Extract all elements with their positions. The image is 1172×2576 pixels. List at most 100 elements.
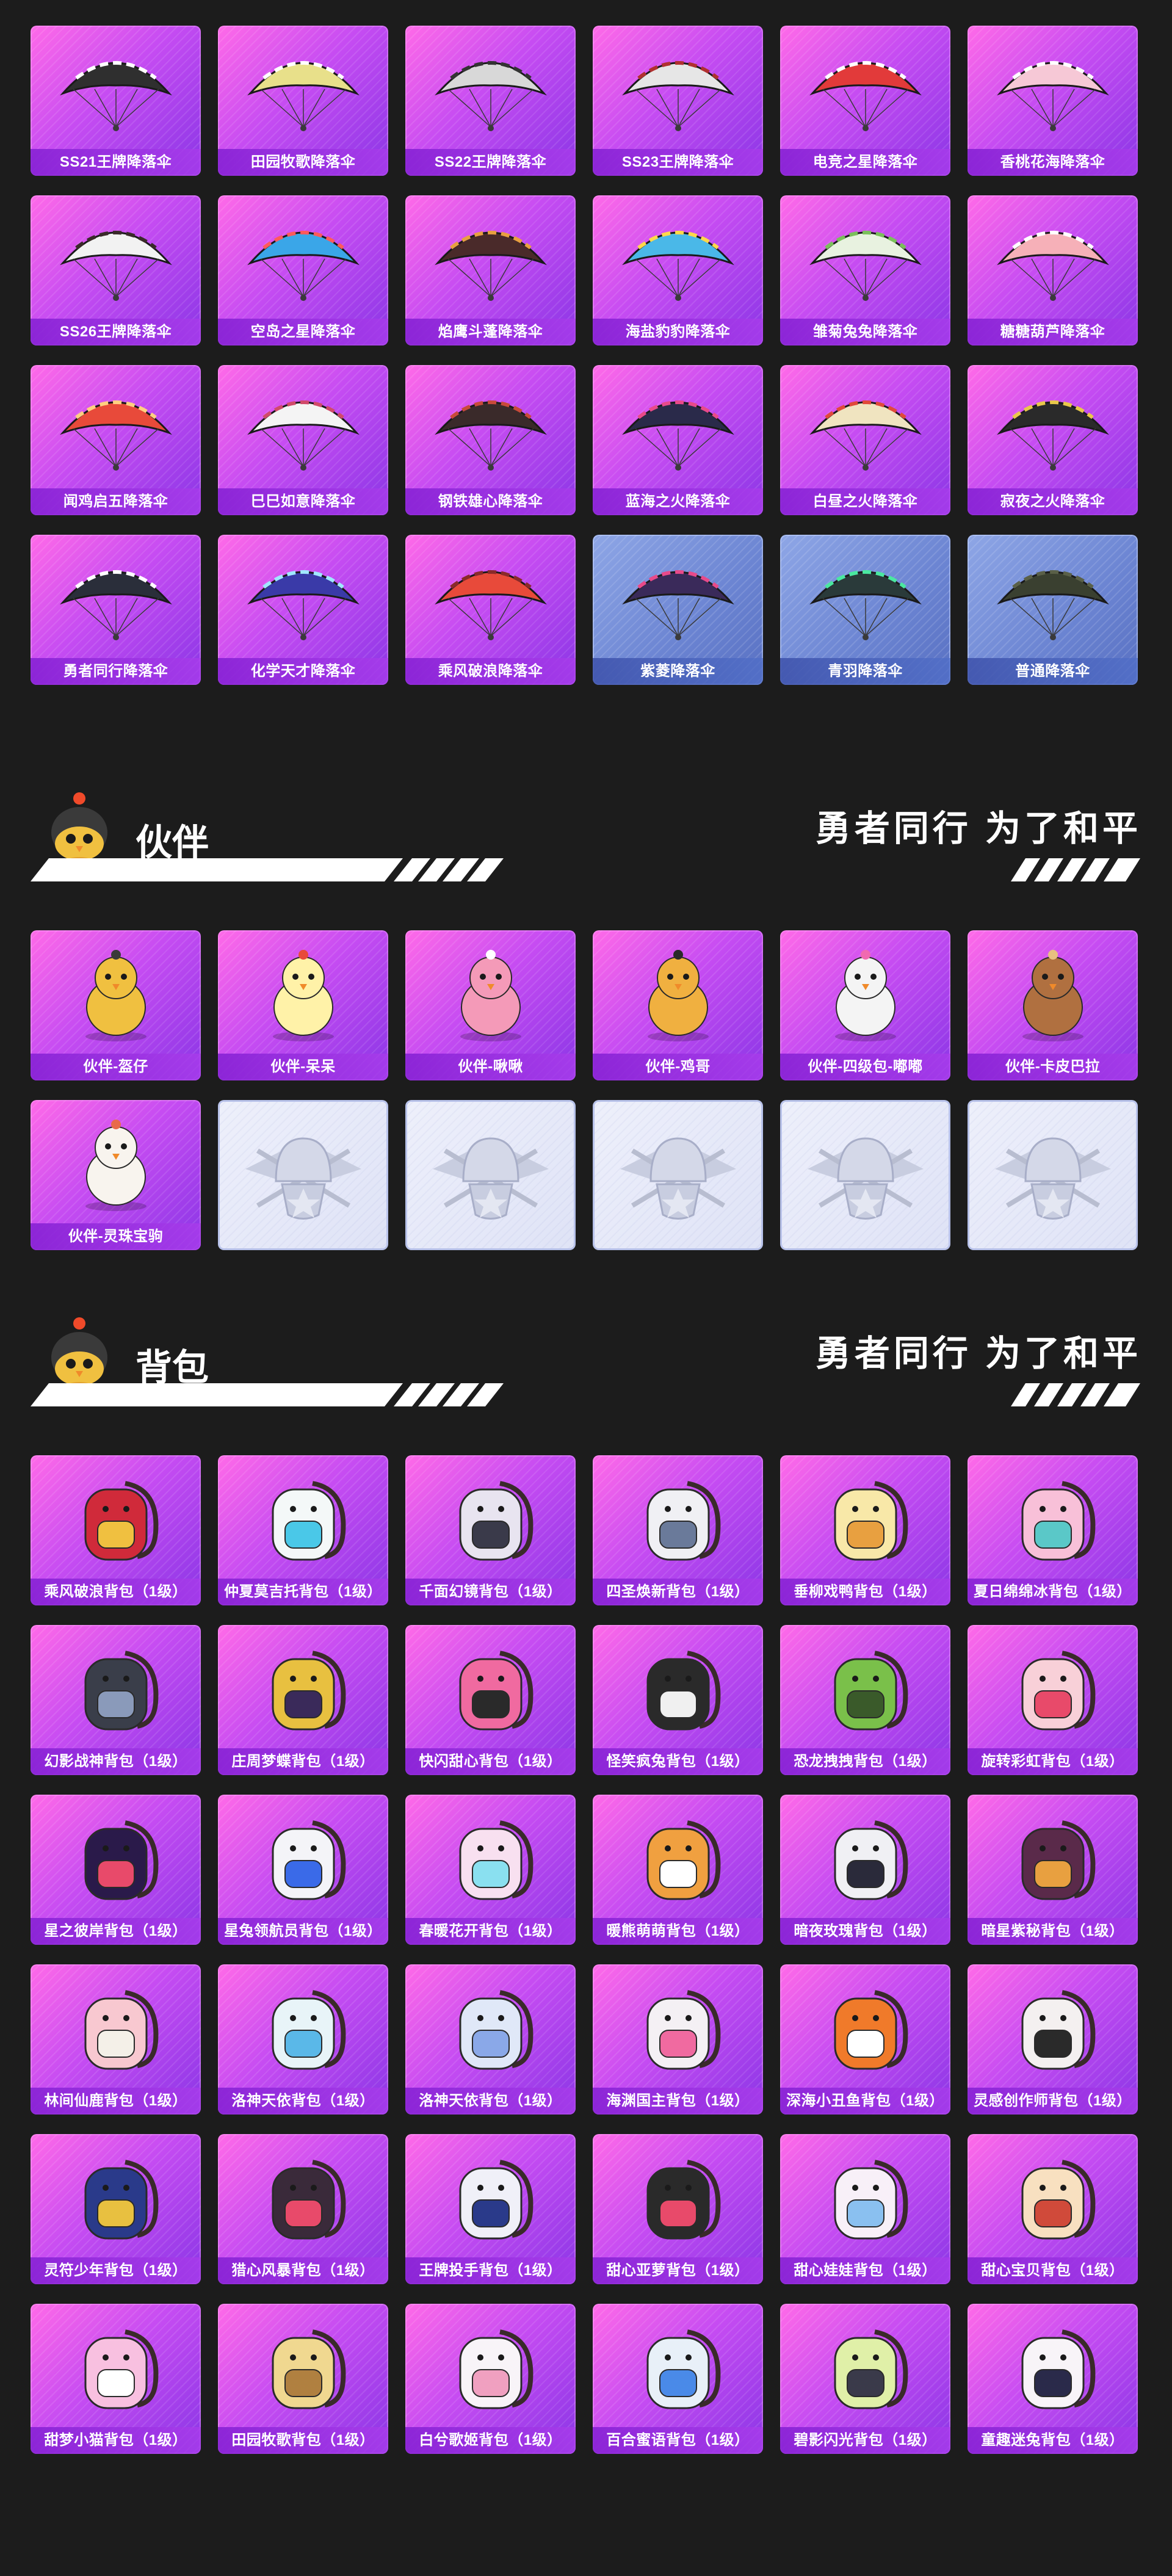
backpack-card[interactable]: 仲夏莫吉托背包（1级） bbox=[218, 1455, 388, 1605]
backpack-card[interactable]: 幻影战神背包（1级） bbox=[31, 1625, 201, 1775]
parachute-card[interactable]: 雏菊兔兔降落伞 bbox=[780, 195, 950, 346]
companion-label: 伙伴-啾啾 bbox=[405, 1054, 576, 1080]
backpack-card[interactable]: 甜心宝贝背包（1级） bbox=[968, 2134, 1138, 2284]
backpack-card[interactable]: 田园牧歌背包（1级） bbox=[218, 2304, 388, 2454]
companion-label: 伙伴-呆呆 bbox=[218, 1054, 388, 1080]
companion-card[interactable]: 伙伴-鸡哥 bbox=[593, 930, 763, 1080]
parachute-card[interactable]: 海盐豹豹降落伞 bbox=[593, 195, 763, 346]
parachute-card[interactable]: SS21王牌降落伞 bbox=[31, 26, 201, 176]
backpack-icon bbox=[405, 2304, 576, 2427]
backpack-card[interactable]: 暗星紫秘背包（1级） bbox=[968, 1795, 1138, 1945]
parachute-card[interactable]: SS26王牌降落伞 bbox=[31, 195, 201, 346]
backpack-card[interactable]: 怪笑疯兔背包（1级） bbox=[593, 1625, 763, 1775]
parachute-card[interactable]: 焰鹰斗蓬降落伞 bbox=[405, 195, 576, 346]
parachute-card[interactable]: 闻鸡启五降落伞 bbox=[31, 365, 201, 515]
backpack-card[interactable]: 旋转彩虹背包（1级） bbox=[968, 1625, 1138, 1775]
backpack-card[interactable]: 甜心娃娃背包（1级） bbox=[780, 2134, 950, 2284]
locked-placeholder-card[interactable] bbox=[218, 1100, 388, 1250]
backpack-card[interactable]: 海渊国主背包（1级） bbox=[593, 1964, 763, 2115]
companion-card[interactable]: 伙伴-呆呆 bbox=[218, 930, 388, 1080]
parachute-card[interactable]: 青羽降落伞 bbox=[780, 535, 950, 685]
parachute-card[interactable]: 香桃花海降落伞 bbox=[968, 26, 1138, 176]
backpack-card[interactable]: 春暖花开背包（1级） bbox=[405, 1795, 576, 1945]
parachute-card[interactable]: 紫菱降落伞 bbox=[593, 535, 763, 685]
backpack-card[interactable]: 灵感创作师背包（1级） bbox=[968, 1964, 1138, 2115]
companion-card[interactable]: 伙伴-四级包-嘟嘟 bbox=[780, 930, 950, 1080]
companion-icon bbox=[405, 930, 576, 1054]
locked-placeholder-card[interactable] bbox=[968, 1100, 1138, 1250]
backpack-card[interactable]: 猎心风暴背包（1级） bbox=[218, 2134, 388, 2284]
backpack-icon bbox=[593, 1455, 763, 1579]
parachute-label: SS21王牌降落伞 bbox=[31, 149, 201, 176]
backpack-label: 海渊国主背包（1级） bbox=[593, 2088, 763, 2115]
parachute-label: SS26王牌降落伞 bbox=[31, 319, 201, 346]
backpack-card[interactable]: 暖熊萌萌背包（1级） bbox=[593, 1795, 763, 1945]
backpack-card[interactable]: 童趣迷兔背包（1级） bbox=[968, 2304, 1138, 2454]
backpack-card[interactable]: 白兮歌姬背包（1级） bbox=[405, 2304, 576, 2454]
backpack-card[interactable]: 深海小丑鱼背包（1级） bbox=[780, 1964, 950, 2115]
parachute-card[interactable]: 化学天才降落伞 bbox=[218, 535, 388, 685]
parachute-card[interactable]: 钢铁雄心降落伞 bbox=[405, 365, 576, 515]
backpack-card[interactable]: 洛神天依背包（1级） bbox=[405, 1964, 576, 2115]
parachute-label: 巳巳如意降落伞 bbox=[218, 488, 388, 515]
parachute-card[interactable]: 勇者同行降落伞 bbox=[31, 535, 201, 685]
parachute-icon bbox=[593, 26, 763, 149]
slogan-stripes bbox=[1011, 858, 1140, 881]
locked-placeholder-card[interactable] bbox=[593, 1100, 763, 1250]
backpack-card[interactable]: 灵符少年背包（1级） bbox=[31, 2134, 201, 2284]
companion-card[interactable]: 伙伴-啾啾 bbox=[405, 930, 576, 1080]
backpack-label: 恐龙拽拽背包（1级） bbox=[780, 1748, 950, 1775]
backpack-card[interactable]: 星之彼岸背包（1级） bbox=[31, 1795, 201, 1945]
parachute-icon bbox=[31, 195, 201, 319]
backpack-icon bbox=[968, 1964, 1138, 2088]
backpack-card[interactable]: 乘风破浪背包（1级） bbox=[31, 1455, 201, 1605]
locked-emblem-icon bbox=[405, 1100, 576, 1250]
backpack-card[interactable]: 夏日绵绵冰背包（1级） bbox=[968, 1455, 1138, 1605]
backpack-card[interactable]: 洛神天依背包（1级） bbox=[218, 1964, 388, 2115]
parachute-card[interactable]: SS23王牌降落伞 bbox=[593, 26, 763, 176]
companion-label: 伙伴-四级包-嘟嘟 bbox=[780, 1054, 950, 1080]
locked-placeholder-card[interactable] bbox=[405, 1100, 576, 1250]
parachute-card[interactable]: 空岛之星降落伞 bbox=[218, 195, 388, 346]
companion-card[interactable]: 伙伴-卡皮巴拉 bbox=[968, 930, 1138, 1080]
companion-card[interactable]: 伙伴-盔仔 bbox=[31, 930, 201, 1080]
backpack-card[interactable]: 甜心亚萝背包（1级） bbox=[593, 2134, 763, 2284]
backpack-card[interactable]: 林间仙鹿背包（1级） bbox=[31, 1964, 201, 2115]
parachute-icon bbox=[780, 26, 950, 149]
parachute-card[interactable]: 糖糖葫芦降落伞 bbox=[968, 195, 1138, 346]
parachute-card[interactable]: 蓝海之火降落伞 bbox=[593, 365, 763, 515]
backpack-card[interactable]: 恐龙拽拽背包（1级） bbox=[780, 1625, 950, 1775]
backpack-card[interactable]: 暗夜玫瑰背包（1级） bbox=[780, 1795, 950, 1945]
companion-label: 伙伴-鸡哥 bbox=[593, 1054, 763, 1080]
parachute-card[interactable]: 寂夜之火降落伞 bbox=[968, 365, 1138, 515]
backpack-card[interactable]: 百合蜜语背包（1级） bbox=[593, 2304, 763, 2454]
parachute-icon bbox=[968, 365, 1138, 488]
parachute-card[interactable]: 普通降落伞 bbox=[968, 535, 1138, 685]
backpack-label: 暖熊萌萌背包（1级） bbox=[593, 1918, 763, 1945]
backpack-card[interactable]: 星兔领航员背包（1级） bbox=[218, 1795, 388, 1945]
backpack-label: 暗夜玫瑰背包（1级） bbox=[780, 1918, 950, 1945]
backpack-card[interactable]: 四圣焕新背包（1级） bbox=[593, 1455, 763, 1605]
backpack-icon bbox=[593, 1625, 763, 1748]
parachute-card[interactable]: 电竞之星降落伞 bbox=[780, 26, 950, 176]
parachute-card[interactable]: 乘风破浪降落伞 bbox=[405, 535, 576, 685]
backpack-card[interactable]: 快闪甜心背包（1级） bbox=[405, 1625, 576, 1775]
parachute-card[interactable]: 田园牧歌降落伞 bbox=[218, 26, 388, 176]
companion-card[interactable]: 伙伴-灵珠宝驹 bbox=[31, 1100, 201, 1250]
backpack-label: 甜梦小猫背包（1级） bbox=[31, 2427, 201, 2454]
backpack-card[interactable]: 千面幻镜背包（1级） bbox=[405, 1455, 576, 1605]
backpack-card[interactable]: 庄周梦蝶背包（1级） bbox=[218, 1625, 388, 1775]
parachute-label: SS22王牌降落伞 bbox=[405, 149, 576, 176]
backpack-card[interactable]: 甜梦小猫背包（1级） bbox=[31, 2304, 201, 2454]
parachute-card[interactable]: SS22王牌降落伞 bbox=[405, 26, 576, 176]
backpack-icon bbox=[218, 1795, 388, 1918]
parachute-icon bbox=[218, 535, 388, 658]
backpack-icon bbox=[405, 1455, 576, 1579]
locked-placeholder-card[interactable] bbox=[780, 1100, 950, 1250]
parachute-label: 空岛之星降落伞 bbox=[218, 319, 388, 346]
backpack-card[interactable]: 王牌投手背包（1级） bbox=[405, 2134, 576, 2284]
backpack-card[interactable]: 垂柳戏鸭背包（1级） bbox=[780, 1455, 950, 1605]
backpack-card[interactable]: 碧影闪光背包（1级） bbox=[780, 2304, 950, 2454]
parachute-card[interactable]: 巳巳如意降落伞 bbox=[218, 365, 388, 515]
parachute-card[interactable]: 白昼之火降落伞 bbox=[780, 365, 950, 515]
